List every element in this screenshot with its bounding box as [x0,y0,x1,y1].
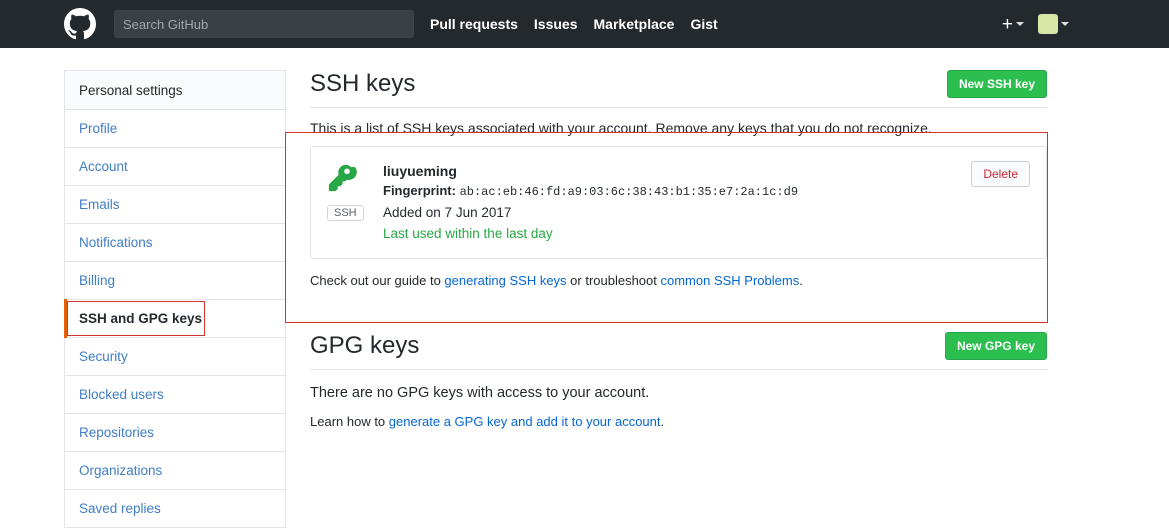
fingerprint-label: Fingerprint: [383,183,456,198]
common-ssh-problems-link[interactable]: common SSH Problems [661,273,800,288]
ssh-key-details: liuyueming Fingerprint: ab:ac:eb:46:fd:a… [383,161,971,244]
nav-gist[interactable]: Gist [690,16,717,32]
ssh-keys-header: SSH keys New SSH key [310,70,1047,107]
sidebar-item-saved-replies[interactable]: Saved replies [65,490,285,528]
nav-issues[interactable]: Issues [534,16,578,32]
sidebar-item-blocked-users[interactable]: Blocked users [65,376,285,414]
new-ssh-key-button[interactable]: New SSH key [946,70,1047,98]
fingerprint-value: ab:ac:eb:46:fd:a9:03:6c:38:43:b1:35:e7:2… [459,185,799,199]
github-mark-icon[interactable] [64,8,96,40]
sidebar-item-profile[interactable]: Profile [65,110,285,148]
chevron-down-icon [1061,22,1069,26]
nav-pull-requests[interactable]: Pull requests [430,16,518,32]
delete-ssh-key-button[interactable]: Delete [971,161,1030,187]
header-nav: Pull requests Issues Marketplace Gist [430,16,718,32]
footer-prefix: Check out our guide to [310,273,445,288]
ssh-keys-footer-help: Check out our guide to generating SSH ke… [310,259,1047,288]
ssh-key-last-used: Last used within the last day [383,226,553,241]
sidebar-item-notifications[interactable]: Notifications [65,224,285,262]
search-input[interactable] [114,10,414,38]
sidebar-item-billing[interactable]: Billing [65,262,285,300]
gpg-empty-message: There are no GPG keys with access to you… [310,385,650,401]
sidebar-item-repositories[interactable]: Repositories [65,414,285,452]
ssh-key-added-date: Added on 7 Jun 2017 [383,205,512,220]
nav-marketplace[interactable]: Marketplace [594,16,675,32]
page-title: SSH keys [310,70,416,97]
sidebar-heading: Personal settings [65,71,285,110]
main-content: SSH keys New SSH key This is a list of S… [310,70,1047,429]
header-right-controls: + [1002,0,1069,48]
gpg-learn-line: Learn how to generate a GPG key and add … [310,401,1047,429]
sidebar-item-organizations[interactable]: Organizations [65,452,285,490]
gpg-section-title: GPG keys [310,332,420,359]
footer-suffix: . [799,273,803,288]
sidebar-item-account[interactable]: Account [65,148,285,186]
settings-sidebar: Personal settings Profile Account Emails… [64,70,286,528]
gpg-keys-header: GPG keys New GPG key [310,332,1047,369]
ssh-key-fingerprint-line: Fingerprint: ab:ac:eb:46:fd:a9:03:6c:38:… [383,181,971,202]
avatar [1038,14,1058,34]
new-gpg-key-button[interactable]: New GPG key [944,332,1047,360]
ssh-type-badge: SSH [327,205,364,221]
gpg-learn-suffix: . [660,414,665,429]
key-icon [327,163,383,198]
ssh-keys-description: This is a list of SSH keys associated wi… [310,120,932,136]
account-menu-button[interactable] [1038,14,1069,34]
gpg-learn-prefix: Learn how to [310,414,389,429]
plus-icon: + [1001,13,1013,35]
generating-ssh-keys-link[interactable]: generating SSH keys [444,273,566,288]
sidebar-item-ssh-and-gpg-keys[interactable]: SSH and GPG keys [64,299,285,338]
create-new-button[interactable]: + [1002,15,1024,34]
sidebar-item-security[interactable]: Security [65,338,285,376]
global-header: Pull requests Issues Marketplace Gist + [0,0,1169,48]
chevron-down-icon [1016,22,1024,26]
ssh-key-row: SSH liuyueming Fingerprint: ab:ac:eb:46:… [310,146,1047,259]
generate-gpg-key-link[interactable]: generate a GPG key and add it to your ac… [389,414,661,429]
footer-middle: or troubleshoot [566,273,661,288]
ssh-key-badge: SSH [327,161,383,221]
ssh-key-name: liuyueming [383,163,457,179]
sidebar-item-emails[interactable]: Emails [65,186,285,224]
